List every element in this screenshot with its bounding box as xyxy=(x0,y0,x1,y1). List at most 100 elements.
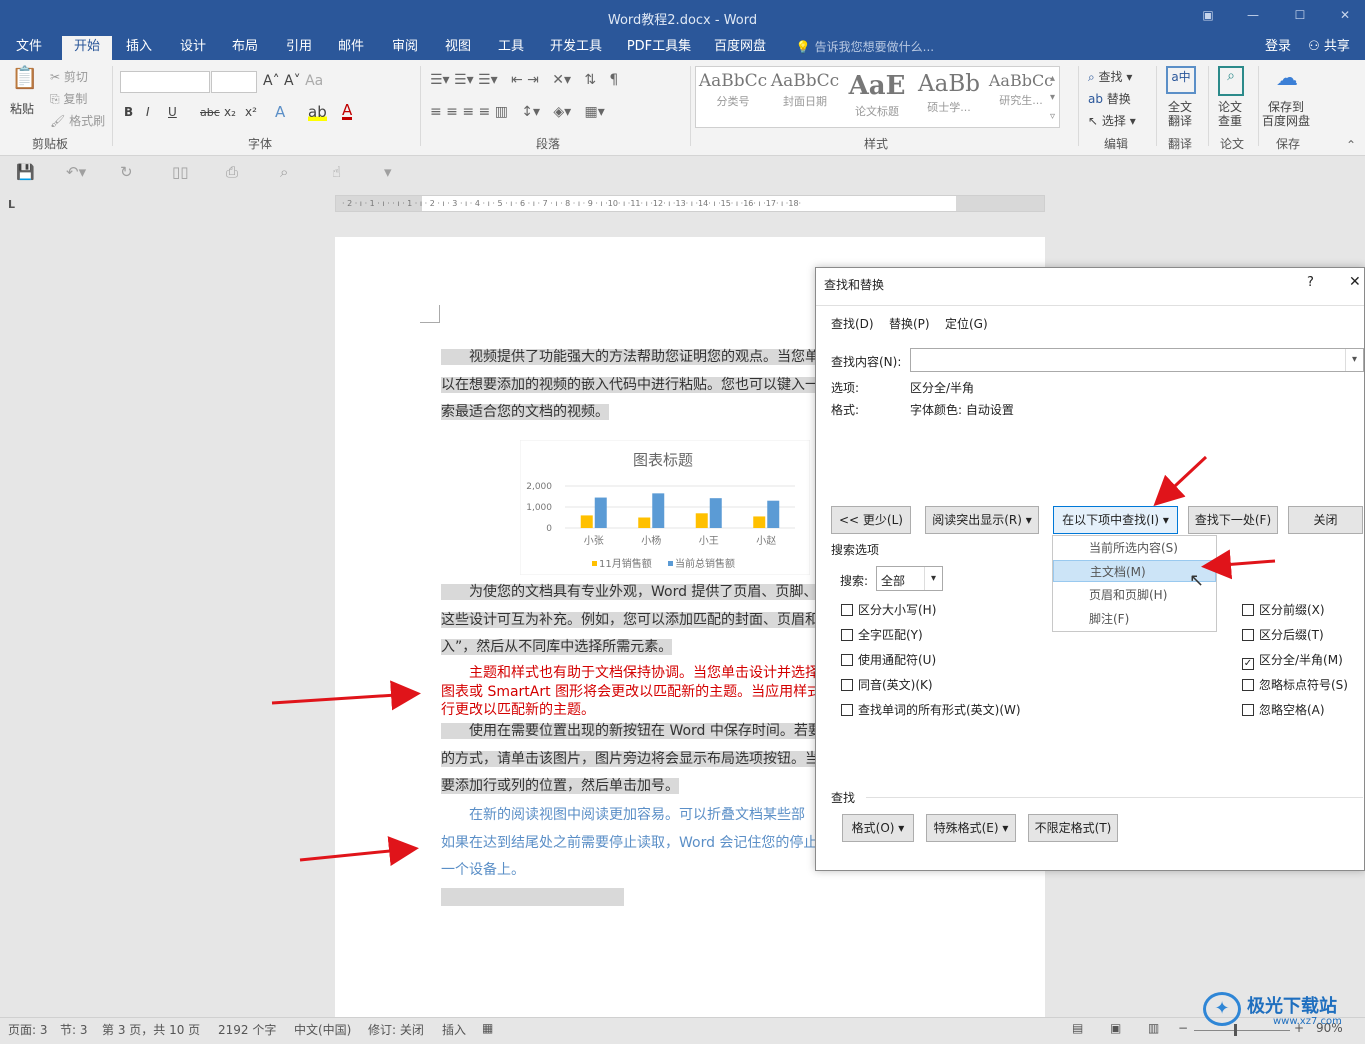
find-what-input[interactable]: ▾ xyxy=(910,348,1364,372)
styles-scroll-icon[interactable]: ▴ ▾ ▿ xyxy=(1046,69,1059,126)
tab-insert[interactable]: 插入 xyxy=(118,36,160,60)
close-button[interactable]: 关闭 xyxy=(1288,506,1363,534)
maximize-icon[interactable]: ☐ xyxy=(1290,8,1310,26)
touch-icon[interactable]: ☝ xyxy=(332,163,341,181)
style-item[interactable]: AaBbCc 分类号 xyxy=(698,71,768,109)
superscript-button[interactable]: x² xyxy=(245,105,257,119)
print-layout-icon[interactable]: ▣ xyxy=(1110,1021,1121,1035)
chart-bar[interactable] xyxy=(709,498,722,528)
font-color-icon[interactable]: A xyxy=(342,103,353,120)
sounds-like-checkbox[interactable]: 同音(英文)(K) xyxy=(841,676,933,693)
collapse-ribbon-icon[interactable]: ⌃ xyxy=(1346,138,1356,152)
no-formatting-button[interactable]: 不限定格式(T) xyxy=(1028,814,1118,842)
select-button[interactable]: ↖ 选择 ▾ xyxy=(1088,112,1136,129)
tab-tools[interactable]: 工具 xyxy=(490,36,532,60)
paste-icon[interactable]: 📋 xyxy=(8,66,42,91)
tab-home[interactable]: 开始 xyxy=(62,36,112,61)
styles-gallery[interactable]: AaBbCc 分类号 AaBbCc 封面日期 AaE 论文标题 AaBb 硕士学... … xyxy=(695,66,1060,128)
dialog-close-icon[interactable]: ✕ xyxy=(1349,274,1361,290)
macro-icon[interactable]: ▦ xyxy=(482,1021,493,1035)
tab-view[interactable]: 视图 xyxy=(437,36,479,60)
paragraph-4[interactable]: 使用在需要位置出现的新按钮在 Word 中保存时间。若要 的方式，请单击该图片，… xyxy=(441,718,822,801)
menu-item-current-selection[interactable]: 当前所选内容(S) xyxy=(1053,537,1216,559)
whole-word-checkbox[interactable]: 全字匹配(Y) xyxy=(841,626,923,643)
wildcards-checkbox[interactable]: 使用通配符(U) xyxy=(841,651,936,668)
restore-ribbon-icon[interactable]: ▣ xyxy=(1198,8,1218,26)
bar-chart[interactable]: 图表标题 2,000 1,000 0 小张 小杨 小王 小赵 11月销售额 当前总销售额 xyxy=(520,440,810,575)
print-icon[interactable]: ⎙ xyxy=(226,163,238,181)
tab-mailings[interactable]: 邮件 xyxy=(330,36,372,60)
match-width-checkbox[interactable]: ✓ 区分全/半角(M) xyxy=(1242,651,1343,670)
tab-developer[interactable]: 开发工具 xyxy=(542,36,610,60)
plagiarism-check-button[interactable]: 论文 查重 xyxy=(1218,100,1242,128)
tell-me-box[interactable]: 💡 告诉我您想要做什么... xyxy=(790,36,940,60)
text-effect-icon[interactable]: A xyxy=(275,103,285,121)
status-insert-mode[interactable]: 插入 xyxy=(442,1021,466,1038)
redo-icon[interactable]: ↻ xyxy=(120,163,133,181)
save-icon[interactable]: 💾 xyxy=(16,163,35,181)
ignore-space-checkbox[interactable]: 忽略空格(A) xyxy=(1242,701,1325,718)
zoom-out-icon[interactable]: − xyxy=(1178,1021,1188,1035)
style-item[interactable]: AaE 论文标题 xyxy=(842,71,912,119)
strike-button[interactable]: abc xyxy=(200,106,220,119)
style-item[interactable]: AaBb 硕士学... xyxy=(914,71,984,115)
match-case-checkbox[interactable]: 区分大小写(H) xyxy=(841,601,936,618)
paragraph-1[interactable]: 视频提供了功能强大的方法帮助您证明您的观点。当您单 以在想要添加的视频的嵌入代码… xyxy=(441,344,819,427)
match-prefix-checkbox[interactable]: 区分前缀(X) xyxy=(1242,601,1325,618)
tab-pdf-tools[interactable]: PDF工具集 xyxy=(622,36,696,60)
status-section[interactable]: 节: 3 xyxy=(60,1021,88,1038)
menu-item-footnotes[interactable]: 脚注(F) xyxy=(1053,608,1216,630)
tab-find[interactable]: 查找(D) xyxy=(831,315,874,332)
more-icon[interactable]: ▾ xyxy=(384,163,392,181)
paragraph-2[interactable]: 为使您的文档具有专业外观，Word 提供了页眉、页脚、 这些设计可互为补充。例如… xyxy=(441,579,819,662)
paragraph-3[interactable]: 主题和样式也有助于文档保持协调。当您单击设计并选择 图表或 SmartArt 图… xyxy=(441,664,821,720)
tab-goto[interactable]: 定位(G) xyxy=(945,315,988,332)
reading-highlight-button[interactable]: 阅读突出显示(R) ▾ xyxy=(925,506,1039,534)
zoom-slider[interactable] xyxy=(1194,1030,1290,1031)
login-link[interactable]: 登录 xyxy=(1258,36,1298,60)
special-button[interactable]: 特殊格式(E) ▾ xyxy=(926,814,1016,842)
format-button[interactable]: 格式(O) ▾ xyxy=(842,814,914,842)
save-to-baidu-button[interactable]: 保存到 百度网盘 xyxy=(1262,100,1310,128)
help-icon[interactable]: ? xyxy=(1307,275,1314,290)
all-word-forms-checkbox[interactable]: 查找单词的所有形式(英文)(W) xyxy=(841,701,1021,718)
baidu-cloud-icon[interactable]: ☁ xyxy=(1272,66,1302,91)
window-close-icon[interactable]: ✕ xyxy=(1335,8,1355,26)
chart-bar[interactable] xyxy=(753,516,766,528)
font-name-select[interactable] xyxy=(120,71,210,93)
tab-design[interactable]: 设计 xyxy=(172,36,214,60)
chart-bar[interactable] xyxy=(594,497,607,528)
underline-button[interactable]: U xyxy=(168,105,177,119)
font-size-select[interactable] xyxy=(211,71,257,93)
tab-baidu-pan[interactable]: 百度网盘 xyxy=(708,36,772,60)
share-button[interactable]: ⚇ 共享 xyxy=(1304,36,1354,60)
style-item[interactable]: AaBbCc 封面日期 xyxy=(770,71,840,109)
less-button[interactable]: << 更少(L) xyxy=(831,506,911,534)
status-page[interactable]: 页面: 3 xyxy=(8,1021,48,1038)
format-painter-button[interactable]: 🖌 格式刷 xyxy=(50,112,105,129)
highlight-icon[interactable]: ab xyxy=(308,103,327,121)
copy-button[interactable]: ⎘ 复制 xyxy=(50,90,87,107)
status-language[interactable]: 中文(中国) xyxy=(294,1021,351,1038)
tab-file[interactable]: 文件 xyxy=(8,36,50,60)
find-next-button[interactable]: 查找下一处(F) xyxy=(1188,506,1278,534)
tab-review[interactable]: 审阅 xyxy=(384,36,426,60)
web-layout-icon[interactable]: ▥ xyxy=(1148,1021,1159,1035)
chart-bar[interactable] xyxy=(767,500,780,528)
status-words[interactable]: 2192 个字 xyxy=(218,1021,276,1038)
status-track-changes[interactable]: 修订: 关闭 xyxy=(368,1021,424,1038)
chart-bar[interactable] xyxy=(580,515,593,528)
tab-replace[interactable]: 替换(P) xyxy=(889,315,930,332)
chart-bar[interactable] xyxy=(695,513,708,528)
full-translate-button[interactable]: 全文 翻译 xyxy=(1168,100,1192,128)
search-direction-select[interactable]: 全部 ▾ xyxy=(876,566,943,591)
preview-icon[interactable]: ⌕ xyxy=(280,163,288,181)
align-icon[interactable]: ≡ ≡ ≡ ≡ ▥ ↕▾ ◈▾ ▦▾ xyxy=(430,104,605,120)
tab-stop-icon[interactable]: L xyxy=(8,198,15,211)
tab-references[interactable]: 引用 xyxy=(278,36,320,60)
undo-icon[interactable]: ↶▾ xyxy=(66,163,86,181)
plagiarism-check-icon[interactable]: ⌕ xyxy=(1218,66,1244,96)
cut-button[interactable]: ✂ 剪切 xyxy=(50,68,88,85)
translate-icon[interactable]: a中 xyxy=(1166,66,1196,94)
tab-layout[interactable]: 布局 xyxy=(224,36,266,60)
